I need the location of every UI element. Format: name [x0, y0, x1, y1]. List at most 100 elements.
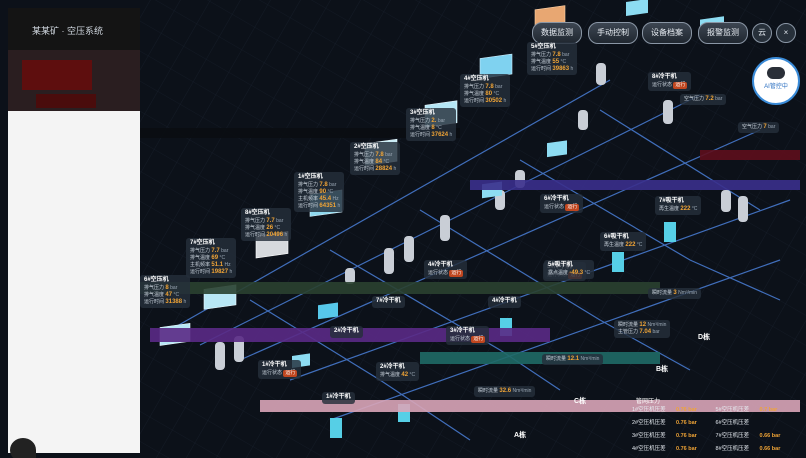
compressor-card[interactable]: 6#空压机 排气压力 8 bar 排气温度 47 °C 运行时间 31388 h — [140, 275, 191, 308]
metric-row: 运行时间 28824 h — [354, 166, 397, 172]
metric-row: 排气温度 80 °C — [464, 91, 500, 97]
compressor-card[interactable]: 2#空压机排气压力 7.8 bar 排气温度 84 °C 运行时间 28824 h — [350, 142, 401, 175]
dryer-card[interactable]: 4#冷干机运行状态 运行 — [424, 260, 468, 279]
compressor-name: 8#空压机 — [245, 210, 270, 216]
compressor-name: 7#空压机 — [190, 240, 215, 246]
dryer-card[interactable]: 7#冷干机 — [372, 296, 405, 308]
nav-manual-control-button[interactable]: 手动控制 — [588, 22, 638, 44]
status-badge: 运行 — [449, 270, 464, 277]
metric-row: 露点温度 -49.3 °C — [548, 270, 591, 276]
metric-row: 运行状态 运行 — [262, 370, 298, 377]
metric-row: 运行时间 39863 h — [531, 66, 574, 72]
dryer-card[interactable]: 4#冷干机 — [488, 296, 521, 308]
dryer-card[interactable]: 1#冷干机 — [322, 392, 355, 404]
header-pressure-readout: 空气压力 7.2 bar — [680, 94, 727, 105]
ai-control-label: AI管控中 — [764, 84, 788, 90]
metric-row: 运行时间 19827 h — [190, 269, 233, 275]
nav-data-monitor-button[interactable]: 数据监测 — [532, 22, 582, 44]
close-icon[interactable]: × — [776, 23, 796, 43]
metric-row: 运行状态 运行 — [428, 270, 464, 277]
dryer-card[interactable]: 1#冷干机 运行状态 运行 — [258, 360, 302, 379]
metric-row: 运行时间 30502 h — [464, 98, 507, 104]
robot-face-icon — [767, 67, 785, 79]
dryer-card[interactable]: 6#吸干机再生温度 222 °C — [600, 232, 647, 251]
metric-row: 排气压力 7.8 bar — [298, 182, 337, 188]
dryer-name: 5#吸干机 — [548, 262, 573, 268]
dryer-name: 2#冷干机 — [380, 364, 405, 370]
metric-row: 排气压力 2. bar — [410, 118, 446, 124]
table-row: 1#空压机压差 0.76 bar 5#空压机压差 0.7 bar — [632, 407, 778, 413]
flow-readout-a: 瞬时流量 32.6 Nm³/min — [474, 386, 536, 397]
compressor-name: 3#空压机 — [410, 110, 435, 116]
compressor-name: 5#空压机 — [531, 44, 556, 50]
metric-row: 运行状态 运行 — [450, 336, 486, 343]
building-label-a: A栋 — [514, 432, 527, 439]
metric-row: 运行时间 64351 h — [298, 203, 341, 209]
metric-row: 再生温度 222 °C — [659, 206, 698, 212]
dryer-card[interactable]: 2#冷干机 — [330, 326, 363, 338]
compressor-card[interactable]: 8#空压机 排气压力 7.7 bar 排气温度 26 °C 运行时间 20496 h — [241, 208, 292, 241]
dryer-card[interactable]: 7#吸干机再生温度 222 °C — [655, 196, 702, 215]
metric-row: 排气温度 26 °C — [245, 225, 281, 231]
metric-row: 排气压力 7.8 bar — [464, 84, 503, 90]
compressor-card[interactable]: 1#空压机 排气压力 7.8 bar 排气温度 90 °C 主机频率 45.4 Hz 运… — [294, 172, 345, 212]
compressor-card[interactable]: 3#空压机排气压力 2. bar 排气温度 8 °C 运行时间 37624 h — [406, 108, 457, 141]
dryer-name: 1#冷干机 — [326, 394, 351, 400]
flow-readout-top: 瞬时流量 3 Nm³/min — [648, 288, 702, 299]
dryer-name: 6#冷干机 — [544, 196, 569, 202]
metric-row: 排气温度 42 °C — [380, 372, 416, 378]
compressor-card[interactable]: 4#空压机排气压力 7.8 bar 排气温度 80 °C 运行时间 30502 h — [460, 74, 511, 107]
metric-row: 排气压力 7.7 bar — [190, 248, 229, 254]
status-badge: 运行 — [283, 370, 298, 377]
metric-row: 主机频率 51.1 Hz — [190, 262, 231, 268]
pressure-diff-table: 1#空压机压差 0.76 bar 5#空压机压差 0.7 bar 2#空压机压差 0.… — [632, 404, 802, 456]
dryer-card[interactable]: 8#冷干机 运行状态 运行 — [648, 72, 692, 91]
compressor-card[interactable]: 5#空压机 排气压力 7.8 bar 排气温度 55 °C 运行时间 39863 h — [527, 42, 578, 75]
metric-row: 排气压力 7.8 bar — [354, 152, 393, 158]
compressor-card[interactable]: 7#空压机排气压力 7.7 bar 排气温度 69 °C 主机频率 51.1 Hz 运… — [186, 238, 237, 278]
nav-device-archive-button[interactable]: 设备档案 — [642, 22, 692, 44]
dryer-name: 4#冷干机 — [428, 262, 453, 268]
compressor-name: 6#空压机 — [144, 277, 169, 283]
left-panel: 某某矿 · 空压系统 — [8, 8, 140, 458]
dryer-name: 2#冷干机 — [334, 328, 359, 334]
logo-icon — [10, 438, 36, 458]
metric-row: 再生温度 222 °C — [604, 242, 643, 248]
metric-row: 排气温度 90 °C — [298, 189, 334, 195]
right-pressure-readout: 空气压力 7 bar — [738, 122, 780, 133]
dryer-card[interactable]: 5#吸干机露点温度 -49.3 °C — [544, 260, 595, 279]
dryer-name: 6#吸干机 — [604, 234, 629, 240]
left-alert-block — [22, 60, 92, 90]
dryer-card[interactable]: 6#冷干机运行状态 运行 — [540, 194, 584, 213]
metric-row: 运行状态 运行 — [652, 82, 688, 89]
dryer-name: 7#吸干机 — [659, 198, 684, 204]
dryer-card[interactable]: 2#冷干机排气温度 42 °C — [376, 362, 420, 381]
building-label-b: B栋 — [656, 366, 669, 373]
app-title: 某某矿 · 空压系统 — [32, 26, 103, 36]
metric-row: 主机频率 45.4 Hz — [298, 196, 339, 202]
metric-row: 运行状态 运行 — [544, 204, 580, 211]
status-badge: 运行 — [565, 204, 580, 211]
metric-row: 排气温度 69 °C — [190, 255, 226, 261]
dryer-name: 3#冷干机 — [450, 328, 475, 334]
metric-row: 排气温度 84 °C — [354, 159, 390, 165]
scada-screen: 某某矿 · 空压系统 数据监测 手动控制 设备档案 报警监测 云 × AI管控中… — [0, 0, 806, 458]
metric-row: 排气温度 47 °C — [144, 292, 180, 298]
metric-row: 运行时间 31388 h — [144, 299, 187, 305]
table-row: 3#空压机压差 0.76 bar 7#空压机压差 0.66 bar — [632, 433, 781, 439]
metric-row: 排气压力 7.7 bar — [245, 218, 284, 224]
table-row: 2#空压机压差 0.76 bar 6#空压机压差 — [632, 420, 750, 426]
dryer-name: 4#冷干机 — [492, 298, 517, 304]
nav-alarm-monitor-button[interactable]: 报警监测 — [698, 22, 748, 44]
compressor-name: 4#空压机 — [464, 76, 489, 82]
ai-control-badge[interactable]: AI管控中 — [752, 57, 800, 105]
metric-row: 排气温度 8 °C — [410, 125, 442, 131]
compressor-name: 2#空压机 — [354, 144, 379, 150]
dryer-card[interactable]: 3#冷干机运行状态 运行 — [446, 326, 490, 345]
metric-row: 排气压力 7.8 bar — [531, 52, 570, 58]
status-badge: 运行 — [471, 336, 486, 343]
metric-row: 运行时间 37624 h — [410, 132, 453, 138]
left-alert-block-secondary — [36, 94, 96, 108]
cloud-icon[interactable]: 云 — [752, 23, 772, 43]
dryer-name: 7#冷干机 — [376, 298, 401, 304]
